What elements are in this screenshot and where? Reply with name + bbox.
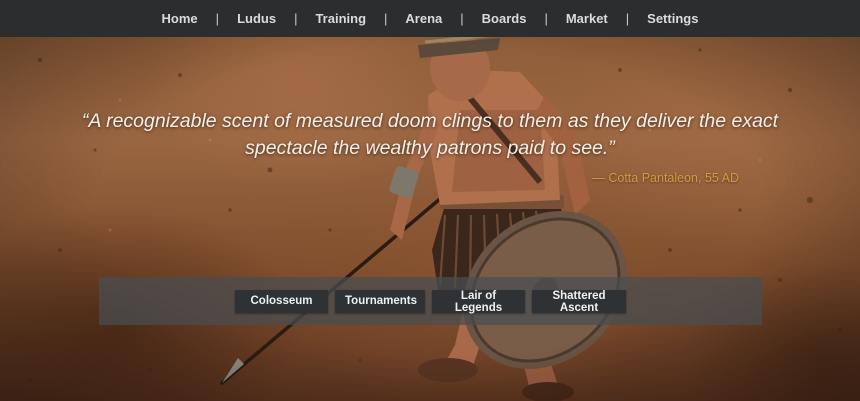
nav-separator: | bbox=[294, 11, 298, 26]
nav-separator: | bbox=[215, 11, 220, 26]
nav-link-home[interactable]: Home bbox=[158, 11, 202, 26]
nav-separator: | bbox=[625, 11, 630, 26]
nav-link-training[interactable]: Training bbox=[311, 11, 370, 26]
hero-background bbox=[0, 0, 860, 401]
hero-quote: “A recognizable scent of measured doom c… bbox=[60, 108, 800, 185]
nav-link-arena[interactable]: Arena bbox=[401, 11, 446, 26]
main-navigation: Home | Ludus | Training | Arena | Boards… bbox=[0, 0, 860, 37]
venue-selector-panel: Colosseum Tournaments Lair of Legends Sh… bbox=[99, 277, 762, 325]
gladiator-illustration bbox=[0, 0, 860, 401]
nav-separator: | bbox=[544, 11, 548, 26]
shattered-ascent-button[interactable]: Shattered Ascent bbox=[532, 289, 626, 314]
quote-attribution: — Cotta Pantaleon, 55 AD bbox=[592, 171, 739, 185]
colosseum-button[interactable]: Colosseum bbox=[235, 289, 328, 313]
nav-separator: | bbox=[384, 11, 388, 26]
nav-link-ludus[interactable]: Ludus bbox=[233, 11, 280, 26]
nav-link-market[interactable]: Market bbox=[562, 11, 612, 26]
lair-of-legends-button[interactable]: Lair of Legends bbox=[432, 289, 525, 314]
nav-link-settings[interactable]: Settings bbox=[643, 11, 702, 26]
quote-text: “A recognizable scent of measured doom c… bbox=[81, 110, 779, 159]
nav-list: Home | Ludus | Training | Arena | Boards… bbox=[158, 11, 703, 26]
nav-separator: | bbox=[460, 11, 464, 26]
nav-link-boards[interactable]: Boards bbox=[478, 11, 531, 26]
tournaments-button[interactable]: Tournaments bbox=[335, 289, 425, 313]
